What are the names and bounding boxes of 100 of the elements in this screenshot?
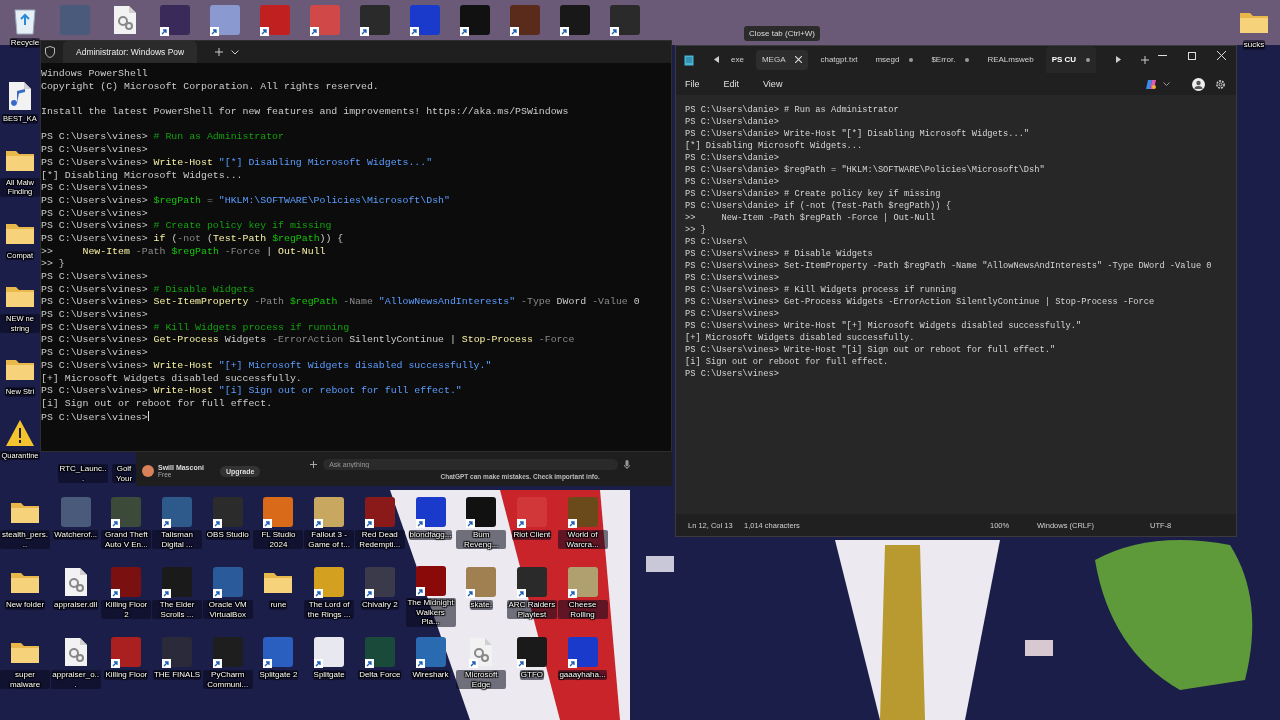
flag-pin-drawing: [1025, 640, 1053, 656]
icon-label[interactable]: Killing Floor: [104, 670, 149, 680]
app-icon[interactable]: [162, 637, 193, 667]
app-icon[interactable]: [263, 497, 294, 527]
icon-label[interactable]: sucks: [1242, 40, 1266, 50]
app-icon[interactable]: [510, 5, 540, 35]
copilot-icon[interactable]: [1146, 78, 1157, 90]
icon-label[interactable]: Microsoft Edge: [456, 670, 507, 689]
microphone-icon[interactable]: [624, 459, 631, 469]
icon-label[interactable]: OBS Studio: [205, 530, 250, 540]
icon-label[interactable]: Killing Floor 2: [101, 600, 152, 619]
text-line: PS C:\Users\vines> Write-Host "[+] Microsoft Widgets disabled successfully.": [685, 320, 1082, 332]
icon-label[interactable]: appraiser.dll: [53, 600, 99, 610]
app-icon[interactable]: [314, 567, 345, 597]
text-editor[interactable]: [676, 95, 1236, 514]
terminal-line: Windows PowerShell: [41, 68, 148, 81]
text-line: PS C:\Users\danie>: [685, 116, 779, 128]
new-tab-icon[interactable]: [1141, 55, 1150, 64]
notepad-tab[interactable]: $Error.: [925, 46, 976, 73]
icon-label[interactable]: Riot Client: [512, 530, 552, 540]
icon-label[interactable]: rune: [269, 600, 288, 610]
text-line: PS C:\Users\vines> Write-Host "[i] Sign out or reboot for full effect.": [685, 344, 1056, 356]
text-line: PS C:\Users\vines>: [685, 272, 779, 284]
app-icon[interactable]: [466, 497, 497, 527]
app-icon[interactable]: [162, 497, 193, 527]
icon-label[interactable]: RTC_Launc...: [58, 464, 108, 483]
app-icon[interactable]: [460, 5, 490, 35]
icon-label[interactable]: blondfagg...: [408, 530, 453, 540]
icon-label[interactable]: The Elder Scrolls ...: [152, 600, 203, 619]
icon-label[interactable]: World of Warcra...: [557, 530, 608, 549]
icon-label[interactable]: Chivalry 2: [361, 600, 399, 610]
icon-label[interactable]: gaaayhaha...: [558, 670, 607, 680]
app-icon[interactable]: [160, 5, 190, 35]
notepad-tab[interactable]: exe: [725, 46, 750, 73]
close-icon[interactable]: [1217, 51, 1226, 60]
app-icon[interactable]: [162, 567, 193, 597]
account-icon[interactable]: [1192, 77, 1205, 91]
music-file-icon[interactable]: [8, 81, 32, 111]
icon-label[interactable]: Fallout 3 - Game of t...: [304, 530, 355, 549]
terminal-line: PS C:\Users\vines> # Kill Widgets process if running: [41, 321, 350, 335]
menu-item[interactable]: Edit: [723, 79, 740, 89]
app-icon[interactable]: [111, 567, 142, 597]
terminal-tab[interactable]: Administrator: Windows Pow: [63, 41, 197, 63]
notepad-tab[interactable]: REALmsweb: [981, 46, 1040, 73]
icon-label[interactable]: FL Studio 2024: [253, 530, 304, 549]
menu-item[interactable]: View: [763, 79, 783, 89]
dropdown-caret-icon[interactable]: [231, 49, 239, 55]
notepad-tab[interactable]: chatgpt.txt: [814, 46, 864, 73]
icon-label[interactable]: super malware: [0, 670, 50, 689]
icon-label[interactable]: Talisman Digital ...: [152, 530, 203, 549]
icon-label[interactable]: Wireshark: [411, 670, 450, 680]
app-icon[interactable]: [360, 5, 390, 35]
plus-icon[interactable]: [310, 460, 318, 468]
app-icon[interactable]: [560, 5, 590, 35]
menu-item[interactable]: File: [685, 79, 700, 89]
terminal-line: PS C:\Users\vines>: [41, 271, 148, 284]
notepad-tab[interactable]: MEGA: [755, 49, 809, 70]
terminal-line: Copyright (C) Microsoft Corporation. All rights reserved.: [41, 80, 379, 94]
icon-label[interactable]: The Lord of the Rings ...: [304, 600, 355, 619]
icon-label[interactable]: Golf Your: [112, 464, 136, 483]
notepad-tab[interactable]: msegd: [869, 46, 920, 73]
scroll-right-icon[interactable]: [1116, 56, 1122, 63]
notepad-tab[interactable]: PS CU: [1045, 46, 1097, 73]
scroll-left-icon[interactable]: [714, 56, 719, 63]
icon-label[interactable]: PyCharm Communi...: [202, 670, 253, 689]
icon-label[interactable]: Recycle: [9, 38, 41, 48]
icon-label[interactable]: Cheese Rolling: [557, 600, 608, 619]
icon-label[interactable]: Splitgate: [312, 670, 346, 680]
app-icon[interactable]: [610, 5, 640, 35]
settings-icon[interactable]: [1215, 78, 1226, 90]
icon-label[interactable]: Bum Reveng...: [456, 530, 507, 549]
app-icon[interactable]: [111, 497, 142, 527]
icon-label[interactable]: Delta Force: [358, 670, 402, 680]
app-icon[interactable]: [314, 497, 345, 527]
icon-label[interactable]: Splitgate 2: [258, 670, 299, 680]
text-line: PS C:\Users\vines> # Disable Widgets: [685, 248, 873, 260]
text-line: [*] Disabling Microsoft Widgets...: [685, 140, 863, 152]
terminal-line: PS C:\Users\vines>: [41, 182, 148, 195]
maximize-icon[interactable]: [1188, 51, 1196, 60]
caret-icon[interactable]: [1163, 82, 1170, 86]
icon-label[interactable]: Red Dead Redempti...: [354, 530, 405, 549]
new-tab-icon[interactable]: [215, 48, 223, 56]
terminal-line: PS C:\Users\vines> Get-Process Widgets -ErrorAction SilentlyContinue | Stop-Process -Force: [41, 334, 575, 348]
app-icon[interactable]: [111, 637, 142, 667]
icon-label[interactable]: Watcherof...: [53, 530, 99, 540]
app-icon[interactable]: [263, 637, 294, 667]
icon-label[interactable]: stealth_pers...: [0, 530, 50, 549]
icon-label[interactable]: skate.: [469, 600, 493, 610]
app-icon[interactable]: [410, 5, 440, 35]
close-icon[interactable]: [795, 56, 803, 63]
icon-label[interactable]: New folder: [4, 600, 46, 610]
text-line: PS C:\Users\danie> if (-not (Test-Path $regPath)) {: [685, 200, 951, 212]
text-line: PS C:\Users\danie>: [685, 152, 779, 164]
warning-icon[interactable]: [5, 418, 35, 447]
terminal-line: Install the latest PowerShell for new features and improvements! https://aka.ms/PSWindows: [41, 106, 569, 119]
icon-label[interactable]: Oracle VM VirtualBox: [202, 600, 253, 619]
icon-label[interactable]: Grand Theft Auto V En...: [101, 530, 152, 549]
app-icon[interactable]: [314, 637, 345, 667]
app-icon[interactable]: [260, 5, 290, 35]
icon-label[interactable]: appraiser_o...: [50, 670, 101, 689]
